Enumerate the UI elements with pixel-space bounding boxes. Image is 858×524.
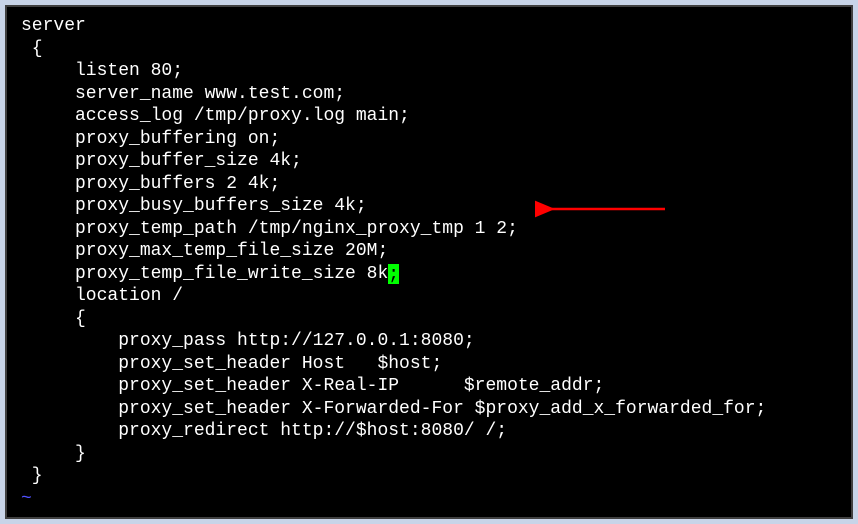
code-line: server_name www.test.com;	[7, 83, 851, 106]
code-line: listen 80;	[7, 60, 851, 83]
code-line: }	[7, 465, 851, 488]
code-line: proxy_temp_path /tmp/nginx_proxy_tmp 1 2…	[7, 218, 851, 241]
code-line: proxy_buffer_size 4k;	[7, 150, 851, 173]
annotation-arrow-icon	[535, 199, 675, 219]
code-line: }	[7, 443, 851, 466]
code-line: access_log /tmp/proxy.log main;	[7, 105, 851, 128]
vim-tilde: ~	[7, 488, 851, 511]
code-line: proxy_set_header Host $host;	[7, 353, 851, 376]
code-line-cursor: proxy_temp_file_write_size 8k;	[7, 263, 851, 286]
code-line: proxy_buffers 2 4k;	[7, 173, 851, 196]
code-line: location /	[7, 285, 851, 308]
code-line: proxy_busy_buffers_size 4k;	[7, 195, 851, 218]
code-line: proxy_redirect http://$host:8080/ /;	[7, 420, 851, 443]
code-line: proxy_set_header X-Forwarded-For $proxy_…	[7, 398, 851, 421]
terminal-window[interactable]: server { listen 80; server_name www.test…	[5, 5, 853, 519]
code-line: proxy_pass http://127.0.0.1:8080;	[7, 330, 851, 353]
code-line: {	[7, 308, 851, 331]
code-line: proxy_buffering on;	[7, 128, 851, 151]
code-line: {	[7, 38, 851, 61]
code-line: proxy_max_temp_file_size 20M;	[7, 240, 851, 263]
cursor-icon: ;	[388, 264, 399, 284]
code-line: proxy_set_header X-Real-IP $remote_addr;	[7, 375, 851, 398]
code-line: server	[7, 15, 851, 38]
